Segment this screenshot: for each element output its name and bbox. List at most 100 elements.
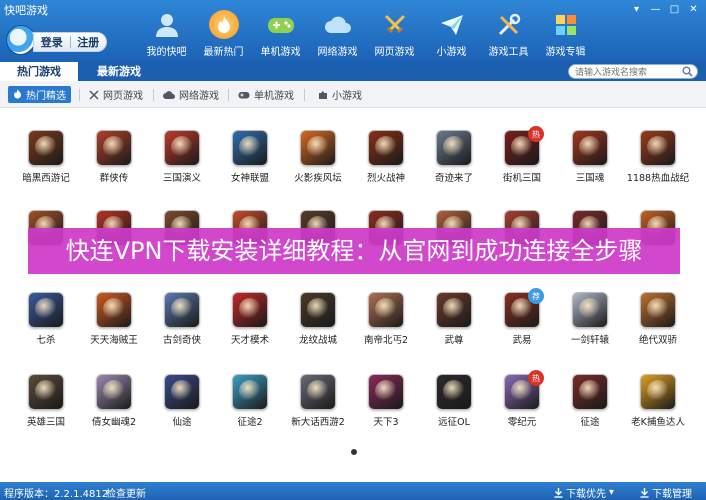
filter-mini-games[interactable]: 小游戏 xyxy=(313,86,367,103)
nav-latest-hot[interactable]: 最新热门 xyxy=(195,6,252,58)
game-art xyxy=(307,380,329,402)
game-icon xyxy=(232,292,268,328)
game-tile[interactable]: 一剑轩辕 xyxy=(556,292,624,346)
game-tile[interactable]: 三国魂 xyxy=(556,130,624,184)
divider xyxy=(79,89,80,101)
game-tile[interactable]: 仙途 xyxy=(148,374,216,428)
game-name: 南帝北丐2 xyxy=(363,335,409,346)
game-tile[interactable]: 女神联盟 xyxy=(216,130,284,184)
game-tile[interactable]: 火影疾风坛 xyxy=(284,130,352,184)
game-tile[interactable]: 三国演义 xyxy=(148,130,216,184)
game-tile[interactable]: 烈火战神 xyxy=(352,130,420,184)
login-button[interactable]: 登录 xyxy=(34,34,70,50)
nav-game-albums[interactable]: 游戏专辑 xyxy=(537,6,594,58)
hot-badge: 热 xyxy=(528,126,544,142)
game-icon-wrap xyxy=(300,292,336,328)
download-manager-button[interactable]: 下载管理 xyxy=(640,485,692,500)
search-icon[interactable] xyxy=(682,66,693,80)
game-name: 新大话西游2 xyxy=(291,417,345,428)
close-button[interactable]: ✕ xyxy=(685,2,702,16)
divider xyxy=(228,89,229,101)
game-icon xyxy=(28,374,64,410)
game-icon xyxy=(96,374,132,410)
game-tile[interactable]: 老K捕鱼达人 xyxy=(624,374,692,428)
game-tile[interactable]: 天才模术 xyxy=(216,292,284,346)
game-tile[interactable]: 绝代双骄 xyxy=(624,292,692,346)
game-art xyxy=(443,380,465,402)
game-tile[interactable]: 南帝北丐2 xyxy=(352,292,420,346)
game-icon-wrap xyxy=(232,374,268,410)
nav-game-tools[interactable]: 游戏工具 xyxy=(480,6,537,58)
game-tile[interactable]: 英雄三国 xyxy=(12,374,80,428)
paper-plane-icon xyxy=(437,10,467,39)
cloud-icon xyxy=(163,90,175,99)
game-tile[interactable]: 热零纪元 xyxy=(488,370,556,428)
maximize-button[interactable]: □ xyxy=(666,2,683,16)
game-tile[interactable]: 武尊 xyxy=(420,292,488,346)
grid-icon xyxy=(551,10,581,39)
game-icon-wrap xyxy=(640,292,676,328)
game-name: 女神联盟 xyxy=(230,173,269,184)
version-text: 程序版本：2.2.1.4812 xyxy=(4,489,109,500)
nav-mini-games[interactable]: 小游戏 xyxy=(423,6,480,58)
divider xyxy=(304,89,305,101)
game-tile[interactable]: 奇迹来了 xyxy=(420,130,488,184)
game-tile[interactable]: 新大话西游2 xyxy=(284,374,352,428)
game-tile[interactable]: 七杀 xyxy=(12,292,80,346)
game-icon xyxy=(164,130,200,166)
minimize-button[interactable]: — xyxy=(647,2,664,16)
cloud-icon xyxy=(323,10,353,39)
filter-single-player[interactable]: 单机游戏 xyxy=(233,86,299,103)
menu-button[interactable]: ▾ xyxy=(628,2,645,16)
game-art xyxy=(103,380,125,402)
game-tile[interactable]: 古剑奇侠 xyxy=(148,292,216,346)
gamepad-icon xyxy=(266,10,296,39)
game-name: 奇迹来了 xyxy=(434,173,473,184)
game-name: 街机三国 xyxy=(502,173,541,184)
filter-online-games[interactable]: 网络游戏 xyxy=(158,86,224,103)
search-input[interactable] xyxy=(569,66,677,80)
game-icon xyxy=(164,292,200,328)
game-tile[interactable]: 暗黑西游记 xyxy=(12,130,80,184)
game-grid: 暗黑西游记 群侠传 三国演义 女神联盟 火影疾风坛 烈火战神 奇迹来了热街机三国 三国魂 118… xyxy=(0,108,706,453)
game-name: 仙途 xyxy=(172,417,192,428)
hot-badge: 热 xyxy=(528,370,544,386)
nav-single-player[interactable]: 单机游戏 xyxy=(252,6,309,58)
game-tile[interactable]: 征途 xyxy=(556,374,624,428)
swords-icon xyxy=(89,89,99,100)
check-update-link[interactable]: 检查更新 xyxy=(106,485,146,500)
tab-hot-games[interactable]: 热门游戏 xyxy=(0,62,78,81)
game-tile[interactable]: 荐武易 xyxy=(488,288,556,346)
game-tile[interactable]: 远征OL xyxy=(420,374,488,428)
nav-online-games[interactable]: 网络游戏 xyxy=(309,6,366,58)
download-priority-button[interactable]: 下载优先 ▾ xyxy=(554,485,614,500)
swords-icon xyxy=(380,10,410,39)
game-icon-wrap xyxy=(300,374,336,410)
game-icon-wrap xyxy=(232,130,268,166)
game-art xyxy=(103,136,125,158)
pager-dot[interactable] xyxy=(351,449,357,455)
game-tile[interactable]: 热街机三国 xyxy=(488,126,556,184)
filter-hot-picks[interactable]: 热门精选 xyxy=(8,86,71,103)
game-tile[interactable]: 1188热血战纪 xyxy=(624,130,692,184)
game-tile[interactable]: 龙纹战城 xyxy=(284,292,352,346)
game-icon-wrap xyxy=(96,292,132,328)
filter-web-games[interactable]: 网页游戏 xyxy=(84,86,148,103)
nav-my-kuaiba[interactable]: 我的快吧 xyxy=(138,6,195,58)
game-tile[interactable]: 群侠传 xyxy=(80,130,148,184)
register-button[interactable]: 注册 xyxy=(71,34,107,50)
game-name: 群侠传 xyxy=(99,173,129,184)
nav-web-games[interactable]: 网页游戏 xyxy=(366,6,423,58)
game-icon xyxy=(572,130,608,166)
gamepad-icon xyxy=(238,91,250,98)
game-tile[interactable]: 天天海贼王 xyxy=(80,292,148,346)
game-tile[interactable]: 征途2 xyxy=(216,374,284,428)
game-tile[interactable]: 天下3 xyxy=(352,374,420,428)
tab-new-games[interactable]: 最新游戏 xyxy=(78,62,160,81)
game-art xyxy=(375,298,397,320)
game-art xyxy=(375,380,397,402)
search-box xyxy=(568,64,698,80)
game-icon xyxy=(300,130,336,166)
window-controls: ▾ — □ ✕ xyxy=(628,2,702,16)
game-tile[interactable]: 倩女幽魂2 xyxy=(80,374,148,428)
